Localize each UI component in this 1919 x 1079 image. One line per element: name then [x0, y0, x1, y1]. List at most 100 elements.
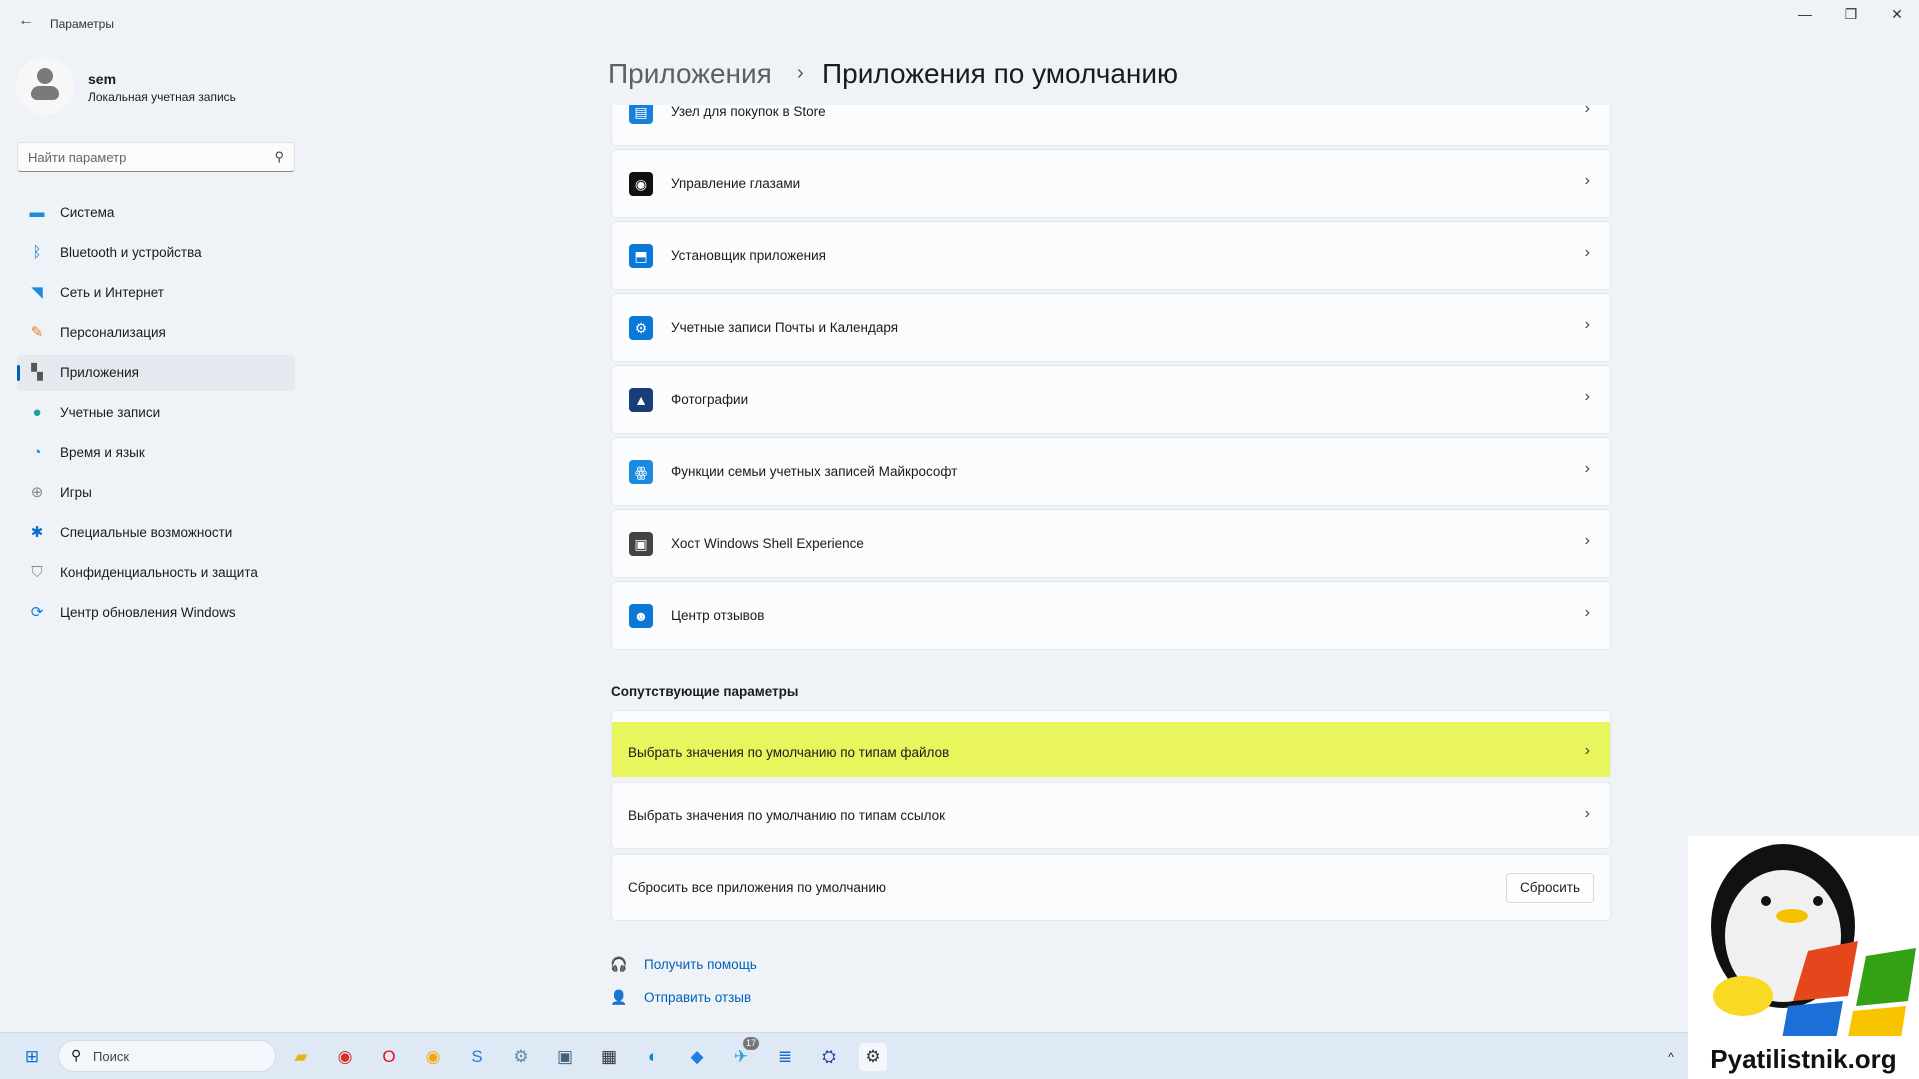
app-row[interactable]: ▣Хост Windows Shell Experience› [611, 509, 1611, 578]
sidebar-item[interactable]: ⛉ Конфиденциальность и защита [17, 555, 295, 591]
help-icon: 🎧 [610, 956, 627, 973]
family-icon: ꙮ [629, 460, 653, 484]
sidebar-item[interactable]: ▬Система [17, 195, 295, 231]
chrome-icon[interactable]: ◉ [331, 1043, 359, 1071]
sidebar-item[interactable]: ◔Время и язык [17, 435, 295, 471]
gamepad-icon: ⊕ [27, 483, 47, 503]
app-row[interactable]: ◉ Управление глазами › [611, 149, 1611, 218]
sidebar-item[interactable]: ᛒ Bluetooth и устройства [17, 235, 295, 271]
sidebar-item-label: Учетные записи [60, 405, 160, 420]
sidebar-item-label: Конфиденциальность и защита [60, 565, 258, 580]
chevron-right-icon: › [1585, 805, 1590, 823]
chevron-right-icon: › [1585, 105, 1590, 118]
send-feedback-link[interactable]: Отправить отзыв [644, 990, 751, 1005]
telegram-icon[interactable]: ✈17 [727, 1043, 755, 1071]
system-icon: ▬ [27, 203, 47, 223]
update-icon: ⟳ [27, 603, 47, 623]
store-icon: ▤ [629, 105, 653, 124]
sidebar-item-label: Персонализация [60, 325, 166, 340]
app-label: Управление глазами [671, 176, 800, 191]
app-row[interactable]: ▲ Фотографии › [611, 365, 1611, 434]
app-label: Узел для покупок в Store [671, 105, 826, 119]
app-label: Установщик приложения [671, 248, 826, 263]
search-icon: ⚲ [71, 1047, 81, 1064]
get-help-link[interactable]: Получить помощь [644, 957, 757, 972]
sidebar-item-label: Время и язык [60, 445, 145, 460]
sidebar-item-label: Центр обновления Windows [60, 605, 236, 620]
app-row[interactable]: ꙮ Функции семьи учетных записей Майкрософ… [611, 437, 1611, 506]
app-row[interactable]: ⬒ Установщик приложения › [611, 221, 1611, 290]
app-row[interactable]: ☻Центр отзывов› [611, 581, 1611, 650]
back-button[interactable]: ← [14, 12, 38, 36]
search-placeholder: Найти параметр [28, 150, 126, 165]
opera-icon[interactable]: O [375, 1043, 403, 1071]
chevron-right-icon: › [1585, 742, 1590, 760]
sidebar-item[interactable]: ⊕Игры [17, 475, 295, 511]
apps-icon: ▚ [27, 363, 47, 383]
network-tool-icon[interactable]: ⚙ [507, 1043, 535, 1071]
app-label: Фотографии [671, 392, 748, 407]
sidebar-item[interactable]: ◥Сеть и Интернет [17, 275, 295, 311]
minimize-button[interactable]: — [1785, 6, 1825, 22]
reset-button[interactable]: Сбросить [1506, 873, 1594, 903]
brush-icon: ✎ [27, 323, 47, 343]
settings-taskbar-icon[interactable]: ⚙ [859, 1043, 887, 1071]
chevron-right-icon: › [1585, 244, 1590, 262]
gear-icon: ⚙ [629, 316, 653, 340]
installer-icon[interactable]: ▣ [551, 1043, 579, 1071]
watermark-logo: Pyatilistnik.org [1688, 836, 1919, 1079]
app-label: Хост Windows Shell Experience [671, 536, 864, 551]
admin-tool-icon[interactable]: ⛭ [815, 1043, 843, 1071]
link-types-label: Выбрать значения по умолчанию по типам с… [628, 808, 945, 823]
telegram-badge: 17 [743, 1037, 759, 1050]
sidebar-item[interactable]: ▚Приложения [17, 355, 295, 391]
file-types-defaults[interactable]: Выбрать значения по умолчанию по типам ф… [611, 710, 1611, 777]
penguin-windows-logo [1688, 836, 1919, 1036]
sidebar-item[interactable]: ●Учетные записи [17, 395, 295, 431]
eye-control-icon: ◉ [629, 172, 653, 196]
window-title: Параметры [50, 17, 114, 31]
chevron-right-icon: › [1585, 532, 1590, 550]
app-row[interactable]: ⚙Учетные записи Почты и Календаря› [611, 293, 1611, 362]
sidebar-item-label: Bluetooth и устройства [60, 245, 202, 260]
s-app-icon[interactable]: S [463, 1043, 491, 1071]
bluetooth-icon: ᛒ [27, 243, 47, 263]
search-input[interactable]: Найти параметр ⚲ [17, 142, 295, 172]
avatar[interactable] [16, 57, 74, 115]
chevron-right-icon: › [1585, 316, 1590, 334]
file-types-label: Выбрать значения по умолчанию по типам ф… [628, 745, 949, 760]
app-installer-icon: ⬒ [629, 244, 653, 268]
close-button[interactable]: ✕ [1877, 6, 1917, 23]
shield-icon: ⛉ [27, 563, 47, 583]
photos-icon: ▲ [629, 388, 653, 412]
sidebar-item[interactable]: ✎ Персонализация [17, 315, 295, 351]
taskbar-search-placeholder: Поиск [93, 1049, 129, 1064]
apps-list: ▤ Узел для покупок в Store › ◉ Управление гл… [611, 105, 1611, 651]
wifi-icon: ◥ [27, 283, 47, 303]
start-button[interactable]: ⊞ [18, 1043, 46, 1071]
app-row[interactable]: ▤ Узел для покупок в Store › [611, 105, 1611, 146]
related-settings-title: Сопутствующие параметры [611, 684, 798, 699]
taskbar-search[interactable]: ⚲ Поиск [58, 1040, 276, 1072]
chevron-right-icon: › [1585, 172, 1590, 190]
breadcrumb-parent[interactable]: Приложения [608, 58, 772, 90]
remote-app-icon[interactable]: ◆ [683, 1043, 711, 1071]
restore-button[interactable]: ❐ [1831, 6, 1871, 23]
sidebar-item[interactable]: ✱Специальные возможности [17, 515, 295, 551]
chevron-right-icon: › [1585, 388, 1590, 406]
sidebar-item[interactable]: ⟳ Центр обновления Windows [17, 595, 295, 631]
file-explorer-icon[interactable]: ▰ [287, 1043, 315, 1071]
edge-icon[interactable]: ◐ [639, 1043, 667, 1071]
chevron-right-icon: › [1585, 460, 1590, 478]
link-types-defaults[interactable]: Выбрать значения по умолчанию по типам с… [611, 782, 1611, 849]
watermark-text: Pyatilistnik.org [1688, 1044, 1919, 1075]
account-type: Локальная учетная запись [88, 90, 236, 104]
sidebar-item-label: Специальные возможности [60, 525, 232, 540]
tray-expand-icon[interactable]: ^ [1657, 1043, 1685, 1071]
notepad-icon[interactable]: ≣ [771, 1043, 799, 1071]
chrome-canary-icon[interactable]: ◉ [419, 1043, 447, 1071]
calculator-icon[interactable]: ▦ [595, 1043, 623, 1071]
chevron-right-icon: › [1585, 604, 1590, 622]
app-label: Функции семьи учетных записей Майкрософт [671, 464, 957, 479]
chevron-right-icon: › [797, 62, 804, 85]
